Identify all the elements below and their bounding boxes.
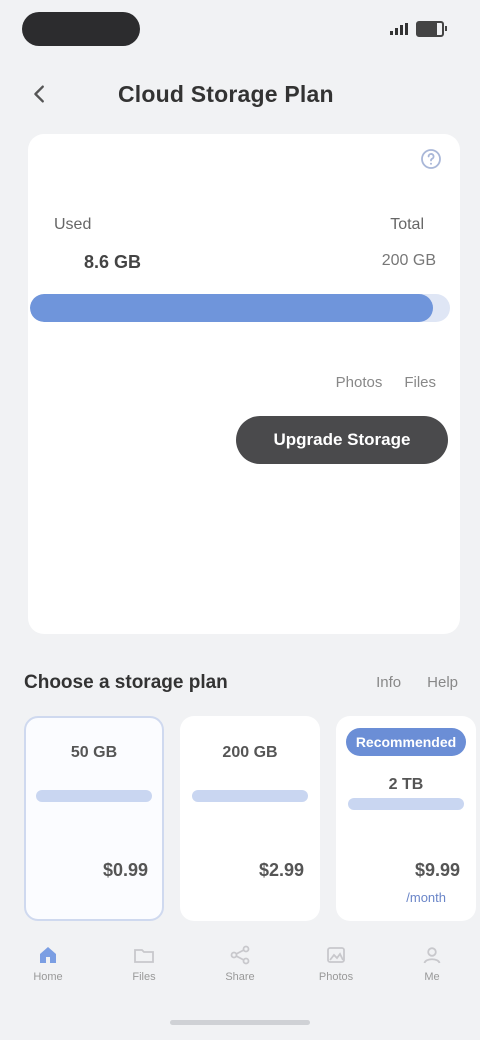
status-bar [0,0,480,62]
used-label: Used [54,216,92,233]
storage-usage-card: Used Total 8.6 GB 200 GB Photos Files Up… [28,134,460,634]
plan-badge: Recommended [346,728,466,756]
tab-label: Share [225,971,255,983]
home-indicator [170,1020,310,1025]
battery-icon [416,21,447,37]
usage-note-files: Files [404,374,436,391]
plan-name: 2 TB [388,776,424,793]
signal-icon [390,23,408,35]
plan-card-2tb[interactable]: Recommended 2 TB $9.99 /month [336,716,476,921]
plan-name: 200 GB [222,744,278,761]
bottom-tab-bar: Home Files Share Photos Me [0,928,480,998]
tab-photos[interactable]: Photos [308,935,364,991]
back-icon[interactable] [26,80,54,108]
plan-divider [348,798,464,810]
info-link[interactable]: Info [376,674,401,691]
help-icon[interactable] [416,144,446,174]
plan-options: 50 GB $0.99 200 GB $2.99 Recommended 2 T… [24,716,480,926]
plan-divider [192,790,308,802]
upgrade-storage-button[interactable]: Upgrade Storage [236,416,448,464]
page-title: Cloud Storage Plan [118,81,334,107]
tab-home[interactable]: Home [20,935,76,991]
plan-price: $2.99 [258,860,304,880]
share-icon [230,945,250,965]
usage-note-photos: Photos [335,374,383,391]
status-time-pill [22,12,140,46]
tab-files[interactable]: Files [116,935,172,991]
user-icon [423,947,441,964]
storage-progress-fill [30,294,434,322]
plans-section-title: Choose a storage plan [24,672,228,693]
tab-label: Home [33,971,63,983]
storage-progress-bar [30,294,450,322]
plan-divider [36,790,152,802]
home-icon [40,947,56,963]
image-icon [327,947,345,963]
tab-me[interactable]: Me [404,935,460,991]
navigation-bar: Cloud Storage Plan [0,62,480,128]
used-value: 8.6 GB [84,252,142,272]
plan-period: /month [406,890,446,905]
plan-name: 50 GB [70,744,118,761]
total-value: 200 GB [381,252,436,269]
tab-label: Me [424,971,440,983]
plans-section-header: Choose a storage plan Info Help [24,664,460,704]
status-indicators [390,20,447,38]
plan-price: $9.99 [414,860,460,880]
tab-label: Files [132,971,156,983]
help-link[interactable]: Help [427,674,458,691]
plan-card-200gb[interactable]: 200 GB $2.99 [180,716,320,921]
total-label: Total [390,216,424,233]
plan-price: $0.99 [102,860,148,880]
folder-icon [134,949,154,963]
tab-share[interactable]: Share [212,935,268,991]
tab-label: Photos [318,971,354,983]
plans-section-links: Info Help [376,674,458,691]
plan-card-50gb[interactable]: 50 GB $0.99 [24,716,164,921]
usage-notes: Photos Files [336,374,436,391]
